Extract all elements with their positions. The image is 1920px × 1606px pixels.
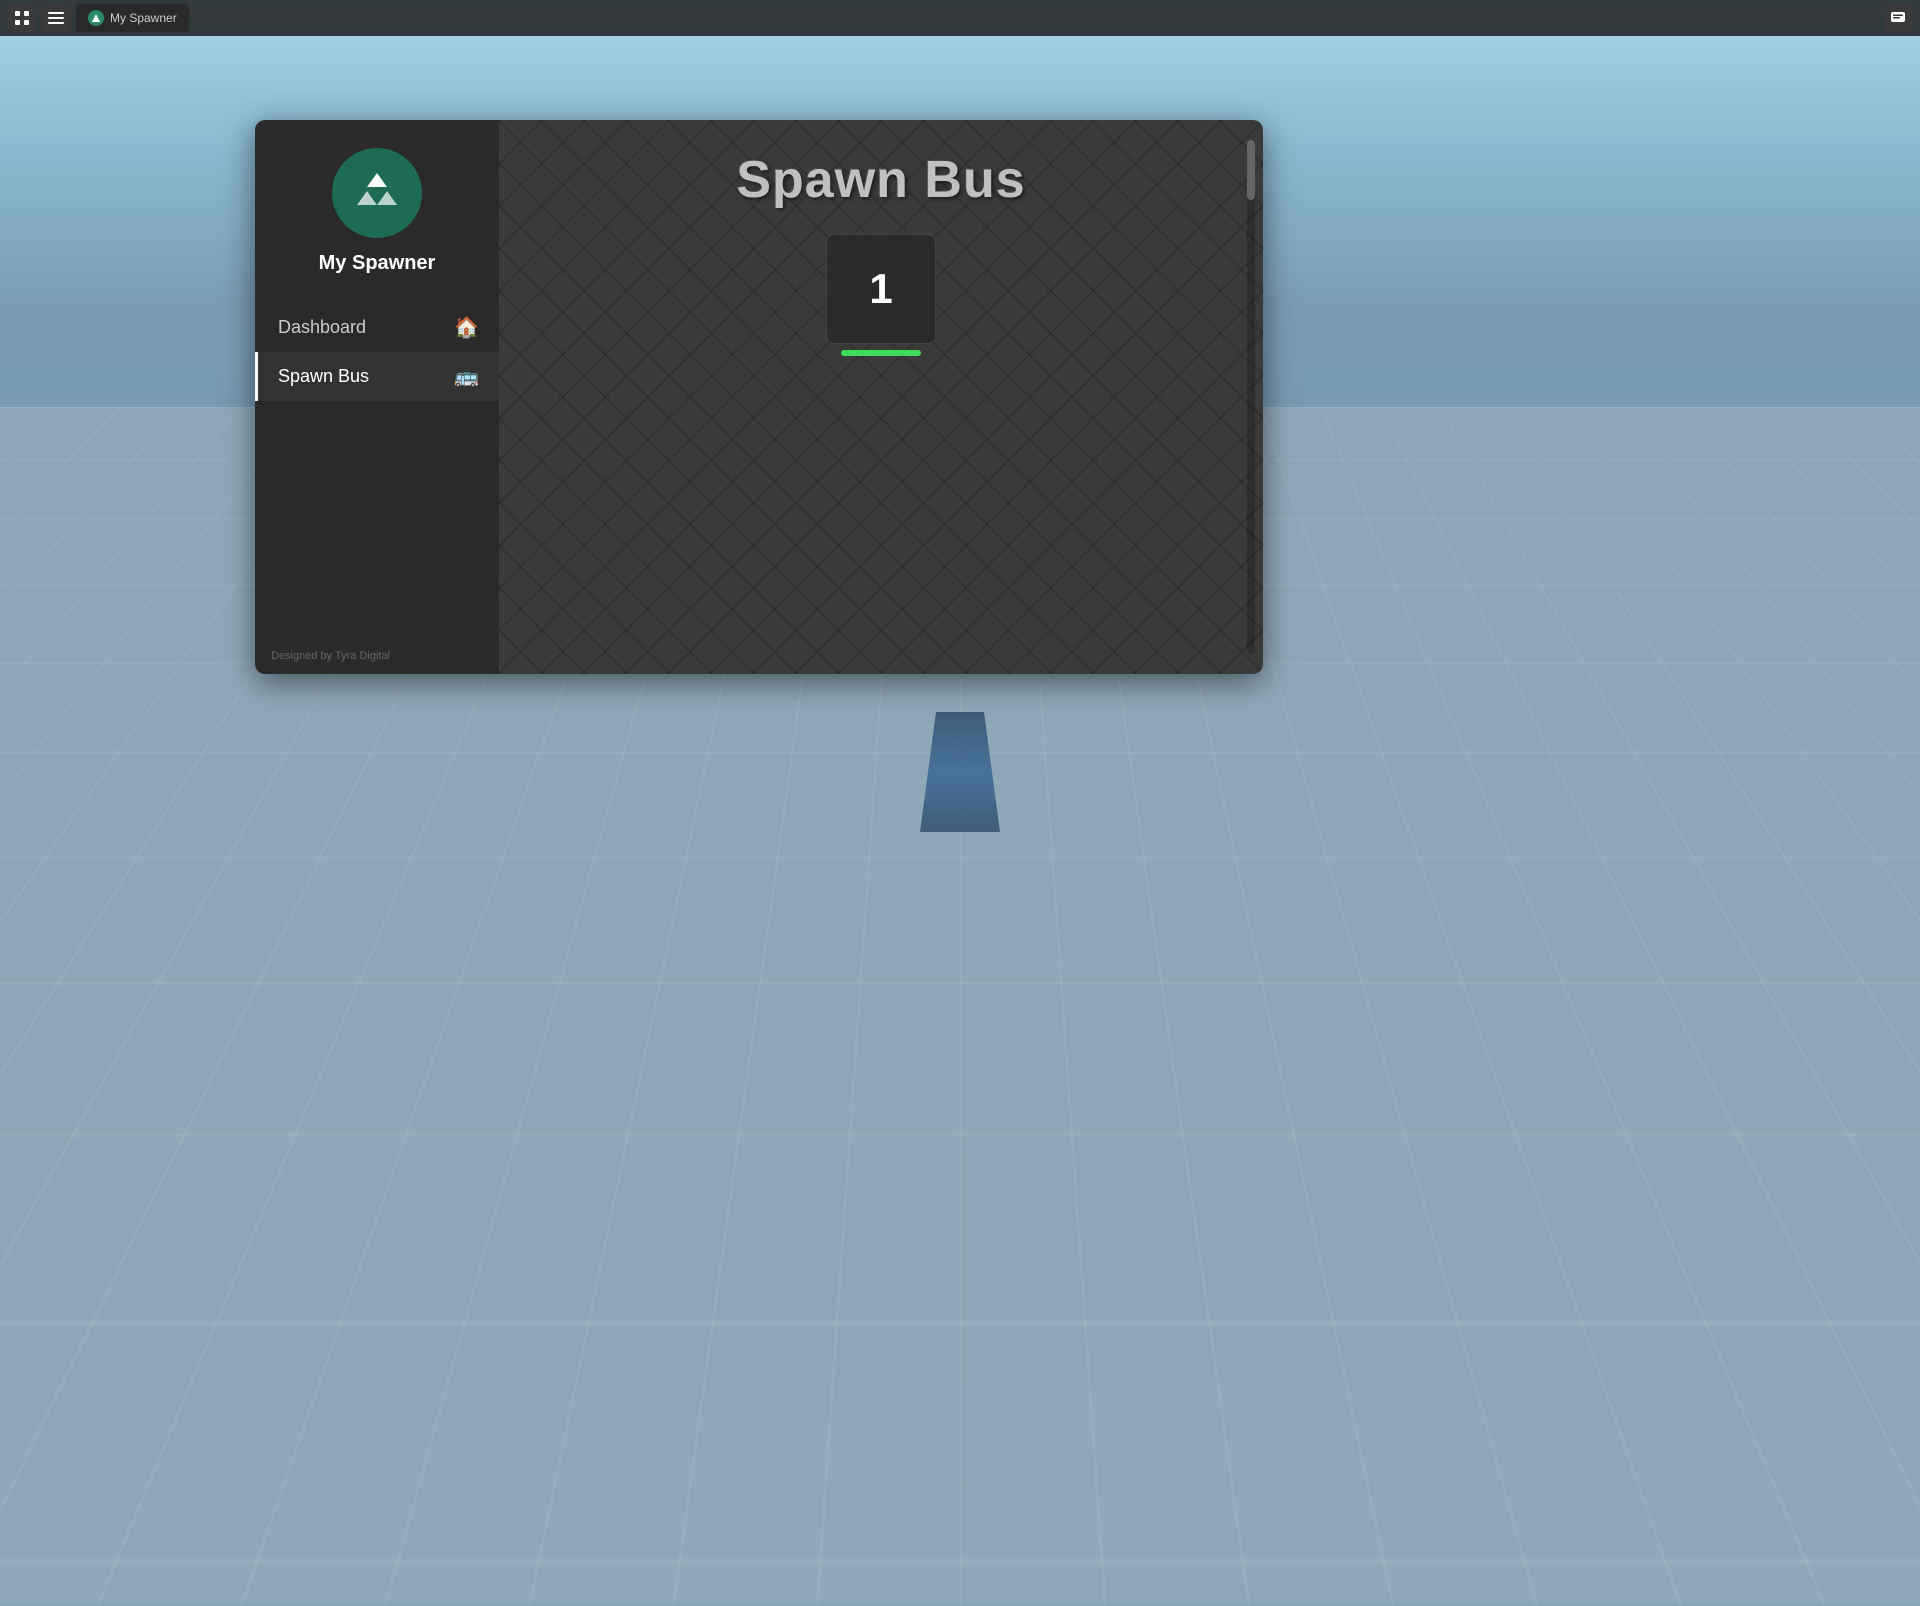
nav-label-dashboard: Dashboard bbox=[278, 317, 366, 338]
nav-item-spawn-bus[interactable]: Spawn Bus 🚌 bbox=[255, 352, 499, 401]
bus-number: 1 bbox=[869, 265, 892, 313]
bus-card-progress-bar bbox=[841, 350, 921, 356]
ui-panel: My Spawner Dashboard 🏠 Spawn Bus 🚌 Desig… bbox=[255, 120, 1263, 674]
tab-logo-icon bbox=[88, 10, 104, 26]
chat-button[interactable] bbox=[1884, 4, 1912, 32]
main-content-inner: Spawn Bus 1 bbox=[499, 120, 1263, 386]
menu-button[interactable] bbox=[42, 4, 70, 32]
sidebar: My Spawner Dashboard 🏠 Spawn Bus 🚌 Desig… bbox=[255, 120, 499, 674]
tab-label: My Spawner bbox=[110, 11, 177, 25]
logo-circle bbox=[332, 148, 422, 238]
footer-text: Designed by Tyra Digital bbox=[271, 650, 390, 662]
spawner-tab[interactable]: My Spawner bbox=[76, 4, 189, 32]
page-title: Spawn Bus bbox=[529, 150, 1233, 210]
main-content: Spawn Bus 1 bbox=[499, 120, 1263, 674]
bus-icon: 🚌 bbox=[454, 364, 479, 389]
bus-card-box[interactable]: 1 bbox=[826, 234, 936, 344]
home-icon: 🏠 bbox=[454, 315, 479, 340]
sidebar-title: My Spawner bbox=[319, 252, 436, 275]
top-bar: My Spawner bbox=[0, 0, 1920, 36]
nav-item-dashboard[interactable]: Dashboard 🏠 bbox=[255, 303, 499, 352]
sidebar-nav: Dashboard 🏠 Spawn Bus 🚌 bbox=[255, 295, 499, 638]
grid-button[interactable] bbox=[8, 4, 36, 32]
nav-label-spawn-bus: Spawn Bus bbox=[278, 366, 369, 387]
sidebar-footer: Designed by Tyra Digital bbox=[255, 638, 499, 674]
sidebar-logo-area: My Spawner bbox=[255, 120, 499, 295]
bus-card[interactable]: 1 bbox=[826, 234, 936, 356]
